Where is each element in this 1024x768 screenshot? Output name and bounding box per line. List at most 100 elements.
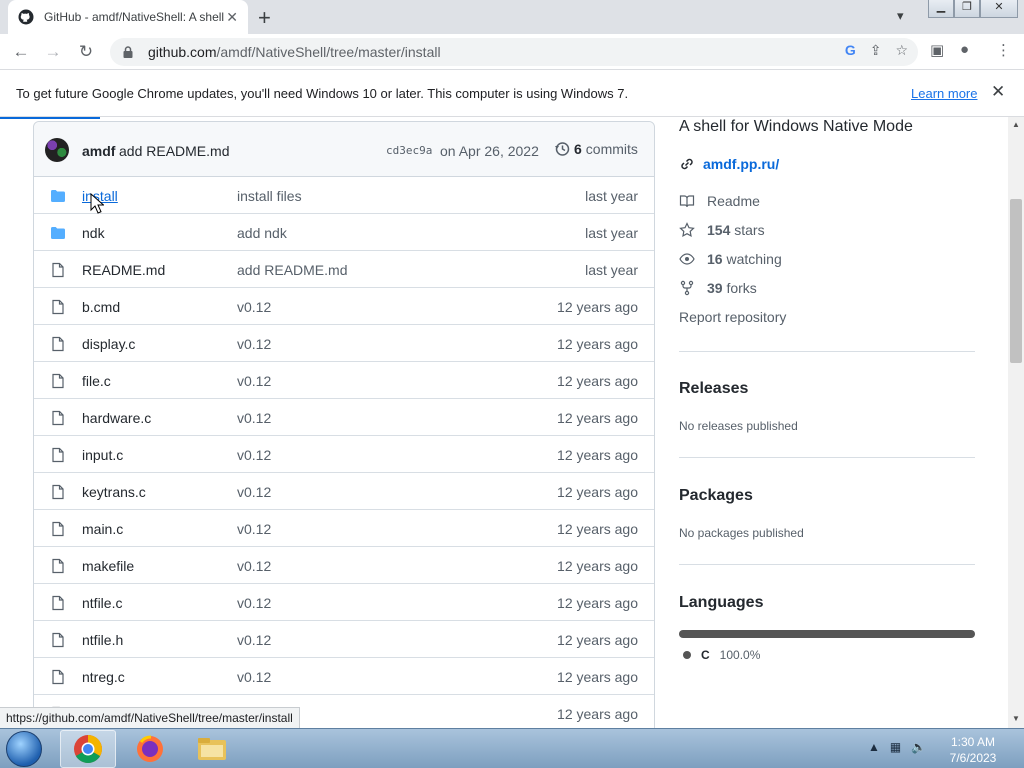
side-panel-icon[interactable]: ▣ [930,41,944,59]
file-name-link[interactable]: file.c [82,373,111,389]
file-commit-message-link[interactable]: v0.12 [237,447,271,463]
reload-icon[interactable]: ↻ [74,40,98,64]
file-commit-message-link[interactable]: v0.12 [237,336,271,352]
file-row[interactable]: ntreg.c v0.12 12 years ago [34,658,654,695]
file-name-link[interactable]: display.c [82,336,135,352]
file-commit-message-link[interactable]: v0.12 [237,632,271,648]
new-tab-button[interactable]: + [258,5,271,31]
taskbar-explorer[interactable] [184,730,240,768]
file-commit-message-link[interactable]: v0.12 [237,373,271,389]
file-row[interactable]: keytrans.c v0.12 12 years ago [34,473,654,510]
file-name-link[interactable]: b.cmd [82,299,120,315]
file-age: 12 years ago [557,632,638,648]
file-row[interactable]: hardware.c v0.12 12 years ago [34,399,654,436]
file-name-link[interactable]: main.c [82,521,123,537]
scroll-thumb[interactable] [1010,199,1022,363]
commit-date: on Apr 26, 2022 [440,143,539,159]
tab-search-chevron-icon[interactable]: ▾ [897,8,904,24]
system-clock[interactable]: 1:30 AM 7/6/2023 [944,734,1002,766]
file-age: last year [585,262,638,278]
file-commit-message-link[interactable]: v0.12 [237,521,271,537]
page-scrollbar[interactable]: ▲ ▼ [1008,117,1024,728]
stars-link[interactable]: 154 stars [679,222,765,238]
file-row[interactable]: display.c v0.12 12 years ago [34,325,654,362]
restore-button[interactable]: ❐ [954,0,980,18]
menu-kebab-icon[interactable]: ⋮ [996,41,1011,59]
file-commit-message-link[interactable]: add ndk [237,225,287,241]
file-age: 12 years ago [557,521,638,537]
releases-note: No releases published [679,419,798,433]
watchers-link[interactable]: 16 watching [679,251,782,267]
file-name-link[interactable]: ntreg.c [82,669,125,685]
file-name-link[interactable]: keytrans.c [82,484,146,500]
report-repository-link[interactable]: Report repository [679,309,786,325]
commit-sha-link[interactable]: cd3ec9a [386,144,432,157]
file-row[interactable]: ntfile.h v0.12 12 years ago [34,621,654,658]
browser-tab[interactable]: GitHub - amdf/NativeShell: A shell for W… [8,0,248,34]
file-name-link[interactable]: README.md [82,262,165,278]
share-icon[interactable]: ⇪ [870,42,882,59]
bookmark-star-icon[interactable]: ☆ [895,42,908,59]
volume-muted-icon[interactable]: 🔈 [911,740,926,754]
file-commit-message-link[interactable]: v0.12 [237,669,271,685]
file-age: last year [585,225,638,241]
language-c-entry[interactable]: C 100.0% [683,648,760,662]
file-name-link[interactable]: ntfile.h [82,632,123,648]
file-name-link[interactable]: makefile [82,558,134,574]
windows-taskbar: ▲ ▦ 🔈 1:30 AM 7/6/2023 [0,728,1024,768]
minimize-button[interactable]: ▁ [928,0,954,18]
loading-progress-bar [0,117,100,119]
file-row[interactable]: ndk add ndk last year [34,214,654,251]
file-row[interactable]: file.c v0.12 12 years ago [34,362,654,399]
commits-history-link[interactable]: 6 commits [554,141,638,157]
file-commit-message-link[interactable]: v0.12 [237,595,271,611]
infobar-close-icon[interactable]: ✕ [991,82,1005,102]
file-commit-message-link[interactable]: v0.12 [237,484,271,500]
file-row[interactable]: b.cmd v0.12 12 years ago [34,288,654,325]
start-button[interactable] [6,731,42,767]
close-window-button[interactable]: ✕ [980,0,1018,18]
file-commit-message-link[interactable]: v0.12 [237,299,271,315]
taskbar-firefox[interactable] [122,730,178,768]
file-commit-message-link[interactable]: add README.md [237,262,347,278]
commit-author-link[interactable]: amdf [82,143,115,159]
network-icon[interactable]: ▦ [890,740,901,754]
file-name-link[interactable]: ndk [82,225,105,241]
avatar[interactable] [45,138,69,162]
forks-link[interactable]: 39 forks [679,280,757,296]
website-link[interactable]: amdf.pp.ru/ [679,156,779,172]
file-row[interactable]: main.c v0.12 12 years ago [34,510,654,547]
tab-title: GitHub - amdf/NativeShell: A shell for W… [44,10,224,24]
file-row[interactable]: install install files last year [34,177,654,214]
readme-link[interactable]: Readme [679,193,760,209]
show-hidden-icons-icon[interactable]: ▲ [868,740,880,754]
file-row[interactable]: input.c v0.12 12 years ago [34,436,654,473]
forward-arrow-icon[interactable]: → [41,40,65,64]
infobar-message: To get future Google Chrome updates, you… [16,86,629,101]
file-age: 12 years ago [557,669,638,685]
google-lens-icon[interactable]: G [845,42,856,59]
eye-icon [679,253,695,265]
profile-avatar-icon[interactable]: ● [960,41,969,58]
back-arrow-icon[interactable]: ← [9,40,33,64]
scroll-down-arrow-icon[interactable]: ▼ [1012,714,1020,723]
file-commit-message-link[interactable]: install files [237,188,302,204]
file-name-link[interactable]: hardware.c [82,410,151,426]
taskbar-chrome[interactable] [60,730,116,768]
file-name-link[interactable]: ntfile.c [82,595,122,611]
file-commit-message-link[interactable]: v0.12 [237,558,271,574]
commit-message-link[interactable]: add README.md [119,143,229,159]
file-icon [52,669,64,685]
scroll-up-arrow-icon[interactable]: ▲ [1012,120,1020,129]
learn-more-link[interactable]: Learn more [911,86,977,101]
file-row[interactable]: makefile v0.12 12 years ago [34,547,654,584]
file-row[interactable]: ntfile.c v0.12 12 years ago [34,584,654,621]
packages-heading[interactable]: Packages [679,487,753,505]
file-row[interactable]: README.md add README.md last year [34,251,654,288]
close-tab-icon[interactable]: ✕ [226,9,238,26]
file-commit-message-link[interactable]: v0.12 [237,410,271,426]
file-age: 12 years ago [557,373,638,389]
releases-heading[interactable]: Releases [679,380,748,398]
address-bar[interactable]: github.com/amdf/NativeShell/tree/master/… [110,38,918,66]
file-name-link[interactable]: input.c [82,447,123,463]
